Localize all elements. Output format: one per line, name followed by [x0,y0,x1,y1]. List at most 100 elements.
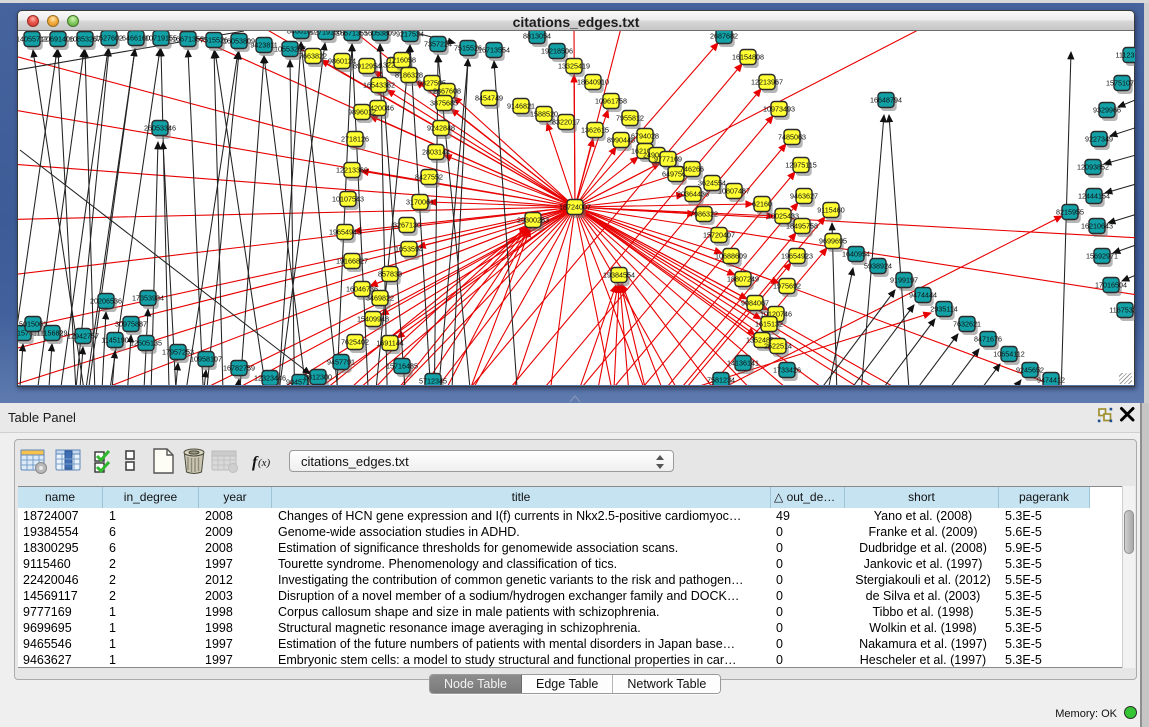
svg-text:9217534: 9217534 [396,31,424,39]
svg-text:20206536: 20206536 [90,297,122,306]
svg-text:12444154: 12444154 [1078,192,1110,201]
svg-text:1527602: 1527602 [95,34,123,43]
svg-text:12505135: 12505135 [130,339,162,348]
svg-text:7955812: 7955812 [616,114,644,123]
svg-text:11123334: 11123334 [1116,51,1135,60]
svg-text:9242848: 9242848 [427,124,455,133]
svg-text:16154808: 16154808 [732,53,764,62]
svg-text:9245652: 9245652 [1016,366,1044,375]
svg-text:5015061: 5015061 [19,320,47,329]
svg-text:3469822: 3469822 [366,294,394,303]
svg-text:16210643: 16210643 [1081,222,1113,231]
svg-text:18495758: 18495758 [786,222,818,231]
svg-text:19654923: 19654923 [781,252,813,261]
svg-text:1733426: 1733426 [773,366,801,375]
svg-text:18807249: 18807249 [727,275,759,284]
svg-text:5938924: 5938924 [864,262,892,271]
svg-text:1362615: 1362615 [581,126,609,135]
svg-text:10654112: 10654112 [993,350,1024,359]
svg-text:9115460: 9115460 [817,206,844,215]
svg-text:19166827: 19166827 [336,257,368,266]
svg-text:12093852: 12093852 [1077,163,1109,172]
svg-text:2687682: 2687682 [710,32,738,41]
svg-text:8322017: 8322017 [552,118,580,127]
svg-text:16782759: 16782759 [223,364,255,373]
svg-text:9699695: 9699695 [819,237,847,246]
svg-text:8812300: 8812300 [304,373,332,382]
svg-text:8454749: 8454749 [475,94,503,103]
svg-text:18640910: 18640910 [577,78,609,87]
svg-text:3170061: 3170061 [406,198,434,207]
svg-text:1975692: 1975692 [773,282,801,291]
svg-text:9896012: 9896012 [348,108,376,117]
svg-text:9199197: 9199197 [890,276,918,285]
svg-text:1053594: 1053594 [395,245,423,254]
svg-text:9463627: 9463627 [790,192,818,201]
svg-text:2935114: 2935114 [930,305,957,314]
svg-text:9474444: 9474444 [909,291,937,300]
svg-text:7663822: 7663822 [299,52,327,61]
svg-text:9084067: 9084067 [741,299,769,308]
svg-text:3875685: 3875685 [430,99,458,108]
svg-text:11675331: 11675331 [1109,306,1135,315]
svg-text:20364436: 20364436 [677,190,709,199]
svg-text:12213369: 12213369 [336,166,368,175]
svg-text:5712345: 5712345 [419,377,447,385]
svg-text:16713554: 16713554 [478,46,510,55]
svg-text:(x): (x) [258,457,271,469]
svg-text:1145190: 1145190 [101,336,128,345]
svg-text:12213967: 12213967 [751,78,783,87]
svg-text:7986322: 7986322 [690,210,718,219]
svg-text:26053346: 26053346 [144,124,176,133]
svg-text:19218506: 19218506 [541,47,573,56]
svg-text:746266: 746266 [680,165,704,174]
svg-text:11156829: 11156829 [37,329,68,338]
svg-text:16648794: 16648794 [870,96,902,105]
svg-text:7625402: 7625402 [341,338,369,347]
svg-text:8912954: 8912954 [353,62,381,71]
svg-text:10688609: 10688609 [715,252,747,261]
svg-text:12323446: 12323446 [254,374,286,383]
svg-text:15692971: 15692971 [1086,252,1118,261]
svg-text:2718126: 2718126 [341,135,369,144]
svg-text:15716485: 15716485 [386,362,418,371]
svg-text:9474412: 9474412 [1037,376,1065,385]
svg-text:1216058: 1216058 [388,56,416,65]
svg-text:10973493: 10973493 [763,105,795,114]
svg-text:18724007: 18724007 [559,203,591,212]
svg-text:15409948: 15409948 [357,315,389,324]
svg-text:14136141: 14136141 [727,359,759,368]
svg-text:12942757: 12942757 [67,332,99,341]
svg-text:30975887: 30975887 [115,320,147,329]
svg-text:10107543: 10107543 [332,195,364,204]
svg-text:7581234: 7581234 [707,376,735,385]
svg-text:15720407: 15720407 [703,231,735,240]
svg-text:3267130: 3267130 [393,221,421,230]
svg-text:16053809: 16053809 [364,31,396,38]
svg-text:8215955: 8215955 [1056,208,1084,217]
svg-text:1691144: 1691144 [376,339,403,348]
svg-text:8427552: 8427552 [415,173,443,182]
svg-text:9329966: 9329966 [1093,106,1121,115]
svg-text:19384554: 19384554 [603,271,635,280]
svg-text:8813054: 8813054 [523,32,551,41]
svg-text:17353934: 17353934 [132,294,164,303]
svg-text:62160: 62160 [752,200,772,209]
svg-text:9457791: 9457791 [327,358,355,367]
svg-text:1640954: 1640954 [842,250,870,259]
svg-text:17016504: 17016504 [1095,281,1127,290]
svg-text:9227349: 9227349 [1085,135,1113,144]
svg-text:19654943: 19654943 [329,228,361,237]
svg-text:12975115: 12975115 [785,161,816,170]
svg-text:10807487: 10807487 [718,187,750,196]
svg-text:1615132: 1615132 [755,320,783,329]
svg-text:10961758: 10961758 [595,97,627,106]
svg-text:2803144: 2803144 [422,148,450,157]
svg-text:7357224: 7357224 [424,40,452,49]
svg-text:9777169: 9777169 [654,155,682,164]
svg-text:16543382: 16543382 [363,81,395,90]
svg-text:13325419: 13325419 [558,62,590,71]
svg-text:7632621: 7632621 [953,320,981,329]
svg-text:2522514: 2522514 [764,342,792,351]
svg-text:10958107: 10958107 [190,355,222,364]
